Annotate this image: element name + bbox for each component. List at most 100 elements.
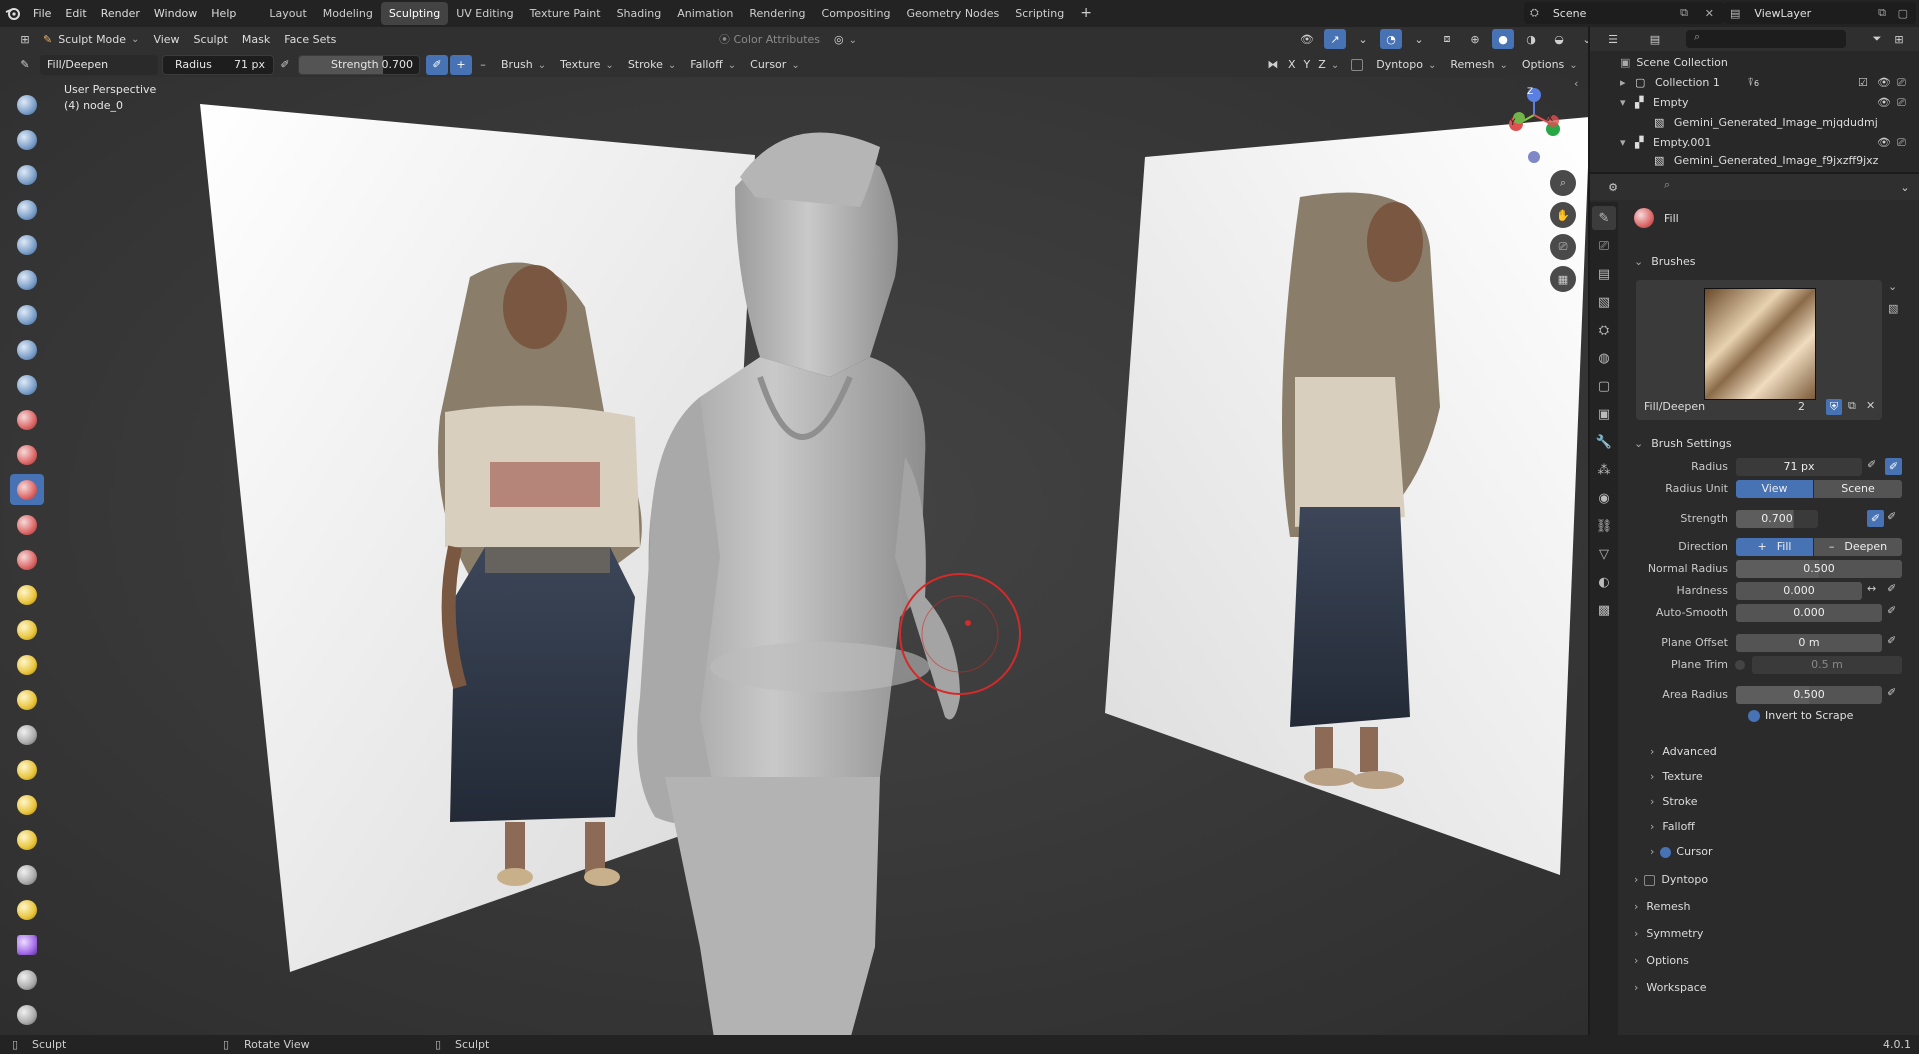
menu-stroke[interactable]: Stroke (621, 52, 683, 77)
snap-icon[interactable]: ◎ (827, 27, 864, 52)
tool-simplify[interactable] (10, 964, 44, 995)
tool-clay-thumb[interactable] (10, 229, 44, 260)
workspace-panel[interactable]: Workspace (1634, 978, 1706, 998)
symmetry-panel[interactable]: Symmetry (1634, 924, 1703, 944)
tab-animation[interactable]: Animation (669, 2, 741, 25)
camera-render-icon[interactable]: ⎚ (1897, 73, 1906, 93)
constraints-tab-icon[interactable]: ⛓ (1592, 514, 1616, 538)
area-radius-pen-icon[interactable]: ✐ (1887, 686, 1896, 699)
menu-falloff[interactable]: Falloff (683, 52, 743, 77)
eye-icon[interactable]: 👁 (1877, 93, 1891, 113)
direction-add-button[interactable]: + (450, 54, 472, 75)
brushes-panel-header[interactable]: Brushes (1634, 252, 1695, 272)
editor-type-icon[interactable]: ⊞ (14, 30, 36, 50)
overlays-icon[interactable]: ◔ (1380, 29, 1402, 49)
tool-thumb[interactable] (10, 719, 44, 750)
close-icon[interactable]: ✕ (1705, 7, 1714, 20)
menu-render[interactable]: Render (94, 0, 147, 27)
pan-hand-icon[interactable]: ✋ (1550, 202, 1576, 228)
tool-crease[interactable] (10, 369, 44, 400)
tool-pinch[interactable] (10, 579, 44, 610)
tab-modeling[interactable]: Modeling (315, 2, 381, 25)
duplicate-brush-icon[interactable]: ⧉ (1848, 399, 1856, 413)
display-mode-icon[interactable]: ▤ (1644, 29, 1666, 49)
checkbox-icon[interactable]: ☑ (1858, 73, 1868, 93)
radius-unit-view-button[interactable]: View (1736, 480, 1813, 498)
radius-pressure-icon[interactable]: ✐ (1867, 458, 1876, 471)
rendered-shading-icon[interactable]: ◒ (1548, 29, 1570, 49)
pressure-strength-icon[interactable]: ✐ (426, 54, 448, 75)
camera-icon[interactable]: ⎚ (1550, 234, 1576, 260)
eye-icon[interactable]: 👁 (1877, 133, 1891, 153)
fake-user-shield-icon[interactable]: ⛨ (1826, 399, 1842, 415)
sidebar-toggle-icon[interactable]: ‹ (1574, 77, 1578, 90)
unlink-brush-icon[interactable]: ✕ (1866, 399, 1875, 412)
brush-preview-image[interactable] (1704, 288, 1816, 400)
visibility-icon[interactable]: 👁 (1296, 29, 1318, 49)
tab-scripting[interactable]: Scripting (1007, 2, 1072, 25)
new-scene-icon[interactable]: ⧉ (1680, 6, 1688, 20)
eye-icon[interactable]: 👁 (1877, 73, 1891, 93)
tool-clay[interactable] (10, 159, 44, 190)
filter-icon[interactable]: ⏷ (1866, 29, 1888, 49)
direction-deepen-button[interactable]: – Deepen (1814, 538, 1902, 556)
object-tab-icon[interactable]: ▣ (1592, 402, 1616, 426)
tool-smooth[interactable] (10, 404, 44, 435)
tool-cloth[interactable] (10, 929, 44, 960)
tab-layout[interactable]: Layout (261, 2, 314, 25)
stroke-subpanel[interactable]: Stroke (1650, 792, 1697, 812)
plane-offset-pen-icon[interactable]: ✐ (1887, 634, 1896, 647)
advanced-subpanel[interactable]: Advanced (1650, 742, 1716, 762)
tool-multiplane-scrape[interactable] (10, 544, 44, 575)
tab-texture-paint[interactable]: Texture Paint (522, 2, 609, 25)
menu-view[interactable]: View (146, 27, 186, 52)
menu-brush[interactable]: Brush (494, 52, 553, 77)
direction-subtract-button[interactable]: – (472, 55, 494, 75)
options-panel[interactable]: Options (1634, 951, 1688, 971)
brush-list-dropdown-icon[interactable]: ⌄ (1888, 280, 1897, 293)
autosmooth-pen-icon[interactable]: ✐ (1887, 604, 1896, 617)
view-layer-tab-icon[interactable]: ▧ (1592, 290, 1616, 314)
dyntopo-checkbox[interactable] (1644, 874, 1656, 886)
invert-to-scrape-checkbox[interactable]: Invert to Scrape (1748, 709, 1853, 722)
material-shading-icon[interactable]: ◑ (1520, 29, 1542, 49)
menu-cursor[interactable]: Cursor (743, 52, 807, 77)
tool-fill[interactable] (10, 474, 44, 505)
symmetry-x-toggle[interactable]: X (1284, 52, 1300, 77)
tool-draw[interactable] (10, 89, 44, 120)
properties-editor-icon[interactable]: ⚙ (1602, 177, 1624, 197)
blender-logo-icon[interactable] (0, 0, 26, 27)
radius-unit-scene-button[interactable]: Scene (1814, 480, 1902, 498)
gizmo-icon[interactable]: ↗ (1324, 29, 1346, 49)
physics-tab-icon[interactable]: ◉ (1592, 486, 1616, 510)
view-layer-selector[interactable]: ▤ ViewLayer ⧉ ▢ (1724, 2, 1916, 24)
brush-name-field[interactable]: Fill/Deepen (40, 54, 158, 75)
zoom-icon[interactable]: ⌕ (1550, 170, 1576, 196)
tool-boundary[interactable] (10, 894, 44, 925)
plane-trim-field[interactable]: 0.5 m (1752, 656, 1902, 674)
autosmooth-field[interactable]: 0.000 (1736, 604, 1882, 622)
dyntopo-panel[interactable]: › Dyntopo (1634, 870, 1708, 890)
plane-trim-toggle[interactable] (1735, 660, 1745, 670)
tab-geometry-nodes[interactable]: Geometry Nodes (898, 2, 1007, 25)
camera-render-icon[interactable]: ⎚ (1897, 93, 1906, 113)
tool-scrape[interactable] (10, 509, 44, 540)
direction-fill-button[interactable]: + Fill (1736, 538, 1813, 556)
texture-subpanel[interactable]: Texture (1650, 767, 1702, 787)
xray-icon[interactable]: ⧈ (1436, 29, 1458, 49)
brush-image-icon[interactable]: ▧ (1888, 302, 1898, 315)
collapse-icon[interactable]: ▾ (1620, 96, 1626, 109)
tab-shading[interactable]: Shading (609, 2, 670, 25)
menu-remesh[interactable]: Remesh (1443, 52, 1515, 77)
menu-texture[interactable]: Texture (553, 52, 621, 77)
modifiers-tab-icon[interactable]: 🔧 (1592, 430, 1616, 454)
overlays-dropdown-icon[interactable]: ⌄ (1408, 29, 1430, 49)
collapse-icon[interactable]: ▾ (1620, 136, 1626, 149)
strength-pen-icon[interactable]: ✐ (1887, 510, 1896, 523)
properties-options-icon[interactable]: ⌄ (1894, 177, 1916, 197)
output-tab-icon[interactable]: ▤ (1592, 262, 1616, 286)
particles-tab-icon[interactable]: ⁂ (1592, 458, 1616, 482)
plane-offset-field[interactable]: 0 m (1736, 634, 1882, 652)
menu-mask[interactable]: Mask (235, 27, 277, 52)
strength-field[interactable]: Strength 0.700 (298, 54, 420, 75)
